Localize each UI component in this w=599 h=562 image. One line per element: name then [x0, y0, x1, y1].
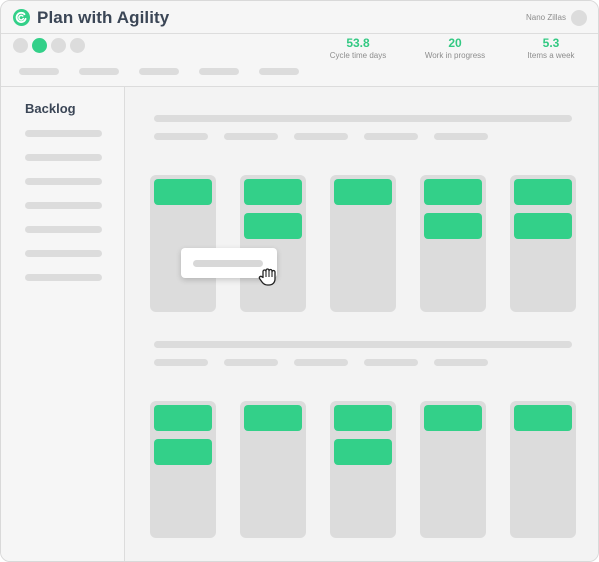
story-card[interactable]	[424, 213, 482, 239]
column-header	[364, 133, 418, 140]
metric-wip: 20 Work in progress	[415, 36, 495, 60]
board	[126, 87, 598, 561]
view-dot-active[interactable]	[32, 38, 47, 53]
user-name[interactable]: Nano Zillas	[526, 13, 566, 22]
board-column[interactable]	[420, 401, 486, 538]
view-dot[interactable]	[13, 38, 28, 53]
column-header	[294, 133, 348, 140]
board-column[interactable]	[150, 175, 216, 312]
backlog-item[interactable]	[25, 250, 102, 257]
swimlane-title	[154, 115, 572, 122]
nav-tab[interactable]	[259, 68, 299, 75]
story-card[interactable]	[244, 213, 302, 239]
app-window: Plan with Agility Nano Zillas 53.8 Cycle…	[0, 0, 599, 562]
title-bar: Plan with Agility Nano Zillas	[1, 1, 598, 34]
metric-value: 53.8	[346, 36, 370, 50]
metric-label: Cycle time days	[329, 51, 387, 60]
view-dot[interactable]	[51, 38, 66, 53]
metric-label: Items a week	[527, 51, 575, 60]
board-column[interactable]	[240, 175, 306, 312]
column-header	[154, 133, 208, 140]
story-card[interactable]	[514, 213, 572, 239]
grab-hand-icon	[256, 263, 282, 289]
avatar[interactable]	[571, 10, 587, 26]
metric-cycle-time: 53.8 Cycle time days	[322, 36, 394, 60]
metric-label: Work in progress	[424, 51, 486, 60]
board-column[interactable]	[420, 175, 486, 312]
board-column[interactable]	[240, 401, 306, 538]
story-card[interactable]	[514, 179, 572, 205]
agility-logo-icon	[13, 9, 30, 26]
board-column[interactable]	[510, 401, 576, 538]
story-card[interactable]	[334, 405, 392, 431]
story-card[interactable]	[334, 439, 392, 465]
story-card[interactable]	[334, 179, 392, 205]
nav-tab[interactable]	[199, 68, 239, 75]
column-header	[434, 133, 488, 140]
story-card[interactable]	[154, 439, 212, 465]
backlog-item[interactable]	[25, 178, 102, 185]
board-column[interactable]	[330, 175, 396, 312]
header: Plan with Agility Nano Zillas 53.8 Cycle…	[1, 1, 598, 87]
backlog-item[interactable]	[25, 202, 102, 209]
story-card[interactable]	[154, 405, 212, 431]
nav-tab[interactable]	[139, 68, 179, 75]
swimlane-title	[154, 341, 572, 348]
view-dot[interactable]	[70, 38, 85, 53]
sidebar-title: Backlog	[25, 101, 76, 116]
column-header	[154, 359, 208, 366]
app-title: Plan with Agility	[37, 8, 170, 27]
column-header	[364, 359, 418, 366]
backlog-item[interactable]	[25, 226, 102, 233]
story-card[interactable]	[244, 179, 302, 205]
nav-tab[interactable]	[79, 68, 119, 75]
nav-tabs	[19, 68, 299, 75]
column-header	[294, 359, 348, 366]
metric-value: 20	[448, 36, 462, 50]
backlog-item[interactable]	[25, 154, 102, 161]
board-column[interactable]	[330, 401, 396, 538]
card-text-placeholder	[193, 260, 263, 267]
column-header	[224, 359, 278, 366]
board-column[interactable]	[150, 401, 216, 538]
sidebar: Backlog	[1, 87, 125, 561]
story-card[interactable]	[514, 405, 572, 431]
backlog-item[interactable]	[25, 130, 102, 137]
view-switcher	[13, 38, 85, 53]
nav-tab[interactable]	[19, 68, 59, 75]
story-card[interactable]	[154, 179, 212, 205]
story-card[interactable]	[424, 179, 482, 205]
metric-value: 5.3	[542, 36, 560, 50]
column-header	[434, 359, 488, 366]
backlog-item[interactable]	[25, 274, 102, 281]
story-card[interactable]	[424, 405, 482, 431]
story-card[interactable]	[244, 405, 302, 431]
metric-throughput: 5.3 Items a week	[519, 36, 583, 60]
column-header	[224, 133, 278, 140]
board-column[interactable]	[510, 175, 576, 312]
